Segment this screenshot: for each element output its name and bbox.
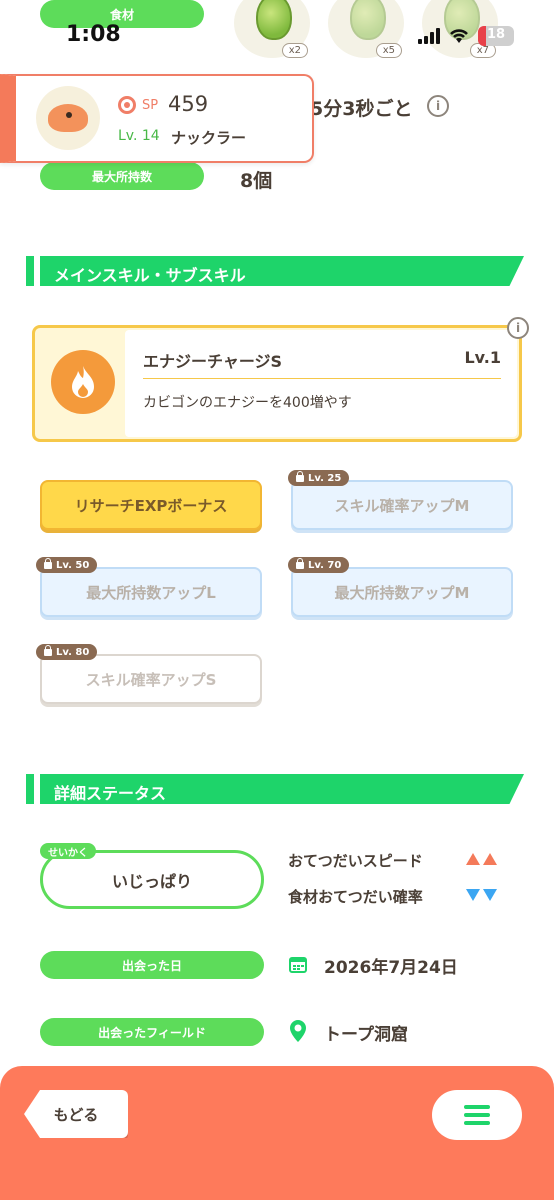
nature-down-stat: 食材おてつだい確率 [288,888,423,906]
status-bar: 1:08 18 [0,0,554,60]
sp-value: 459 [168,92,209,116]
down-arrows-icon [466,889,497,901]
main-skill-name: エナジーチャージS [143,352,283,371]
battery-icon: 18 [478,26,514,46]
status-icons: 18 [418,26,514,46]
pokemon-avatar [36,86,100,150]
max-holding-value: 8個 [240,170,273,192]
nature-up-stat: おてつだいスピード [288,852,423,870]
menu-icon-line [464,1113,490,1117]
menu-icon-line [464,1121,490,1125]
lock-badge: Lv. 70 [288,557,350,573]
lock-badge: Lv. 50 [36,557,98,573]
battery-level: 18 [486,27,506,42]
sub-skill-button[interactable]: 最大所持数アップL [40,567,262,617]
pokemon-level: Lv. 14 [118,128,160,144]
lock-level: Lv. 70 [308,559,342,571]
map-pin-icon [290,1020,306,1042]
menu-icon [464,1105,490,1109]
wifi-icon [450,29,468,43]
pokemon-name: ナックラー [171,129,247,147]
bottom-bar: もどる [0,1066,554,1200]
max-holding-label: 最大所持数 [40,162,204,190]
calendar-icon [289,957,307,973]
nature-tag: せいかく [40,843,96,859]
skills-section-header: メインスキル・サブスキル [26,256,524,286]
lock-badge: Lv. 25 [288,470,350,486]
info-icon[interactable]: i [507,317,529,339]
skill-divider [143,378,501,379]
pokemon-body [48,104,88,132]
section-stub [26,256,34,286]
info-icon[interactable]: i [427,95,449,117]
section-stub [26,774,34,804]
lock-icon [296,470,304,482]
main-skill-level: Lv.1 [464,348,501,367]
help-frequency-value: 5分3秒ごと [310,98,413,120]
sub-skill-button[interactable]: スキル確率アップS [40,654,262,704]
sub-skill-button[interactable]: リサーチEXPボーナス [40,480,262,530]
met-field-value: トープ洞窟 [324,1025,408,1045]
section-title: 詳細ステータス [54,784,167,803]
met-field-label: 出会ったフィールド [40,1018,264,1046]
pokeball-icon [118,96,136,114]
lock-icon [296,557,304,569]
section-title: メインスキル・サブスキル [54,266,246,285]
main-skill-body [125,330,517,437]
back-button[interactable]: もどる [24,1090,128,1138]
menu-button[interactable] [432,1090,522,1140]
sub-skill-button[interactable]: スキル確率アップM [291,480,513,530]
signal-icon [418,28,440,44]
pokemon-eye [66,112,72,118]
pokemon-card[interactable]: SP 459 Lv. 14 ナックラー [0,74,314,163]
met-date-value: 2026年7月24日 [324,958,458,978]
lock-level: Lv. 50 [56,559,90,571]
main-skill-card[interactable]: エナジーチャージS Lv.1 カビゴンのエナジーを400増やす [32,325,522,442]
status-time: 1:08 [66,22,121,47]
met-date-label: 出会った日 [40,951,264,979]
main-skill-description: カビゴンのエナジーを400増やす [143,395,352,411]
lock-level: Lv. 25 [308,472,342,484]
sub-skill-button[interactable]: 最大所持数アップM [291,567,513,617]
fire-icon [51,350,115,414]
up-arrows-icon [466,853,497,865]
lock-badge: Lv. 80 [36,644,98,660]
status-section-header: 詳細ステータス [26,774,524,804]
lock-level: Lv. 80 [56,646,90,658]
sp-label: SP [142,98,159,113]
lock-icon [44,644,52,656]
lock-icon [44,557,52,569]
